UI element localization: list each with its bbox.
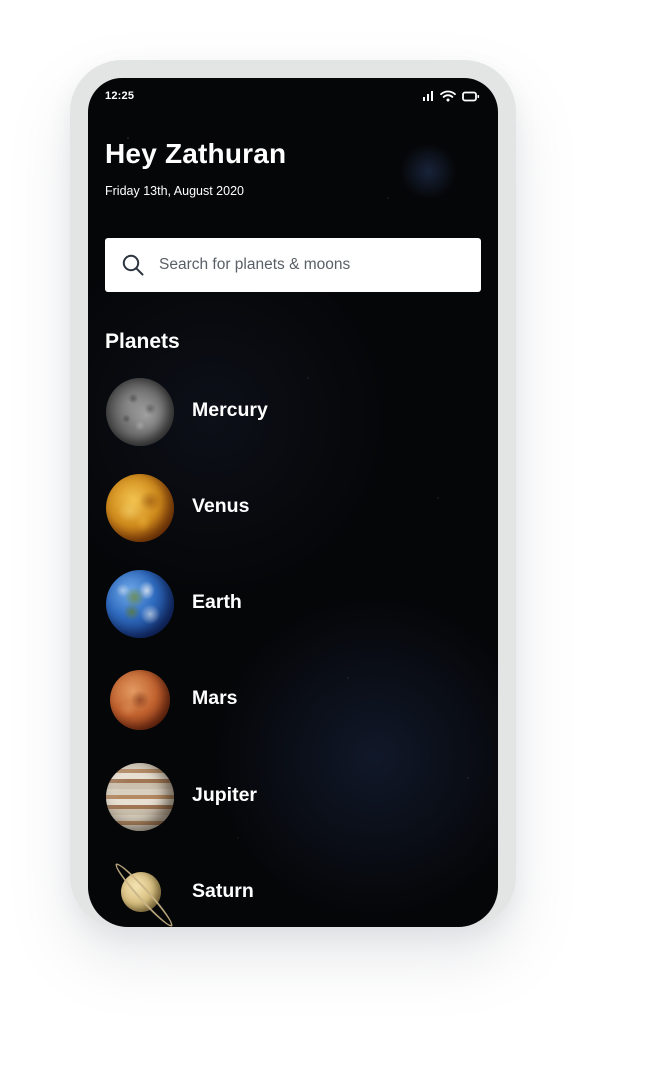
saturn-image	[106, 859, 177, 927]
planet-item-mercury[interactable]: Mercury	[104, 378, 484, 450]
mercury-image	[106, 378, 174, 446]
mars-image	[110, 670, 170, 730]
planet-name: Saturn	[192, 880, 254, 902]
jupiter-image	[106, 763, 174, 831]
planet-name: Jupiter	[192, 784, 258, 806]
planet-name: Earth	[192, 591, 242, 613]
planet-item-mars[interactable]: Mars	[104, 666, 484, 738]
planet-name: Venus	[192, 495, 250, 517]
venus-image	[106, 474, 174, 542]
planet-name: Mars	[192, 687, 238, 709]
planet-item-jupiter[interactable]: Jupiter	[104, 763, 484, 835]
planet-item-saturn[interactable]: Saturn	[104, 859, 484, 927]
earth-image	[106, 570, 174, 638]
planet-item-earth[interactable]: Earth	[104, 570, 484, 642]
planet-item-venus[interactable]: Venus	[104, 474, 484, 546]
planet-name: Mercury	[192, 399, 268, 421]
planet-list: Mercury Venus Earth Mars Jupiter Saturn	[88, 78, 498, 927]
app-screen: 12:25 Hey Zathuran Friday 13th, August 2…	[88, 78, 498, 927]
page-canvas: 12:25 Hey Zathuran Friday 13th, August 2…	[0, 0, 646, 1068]
